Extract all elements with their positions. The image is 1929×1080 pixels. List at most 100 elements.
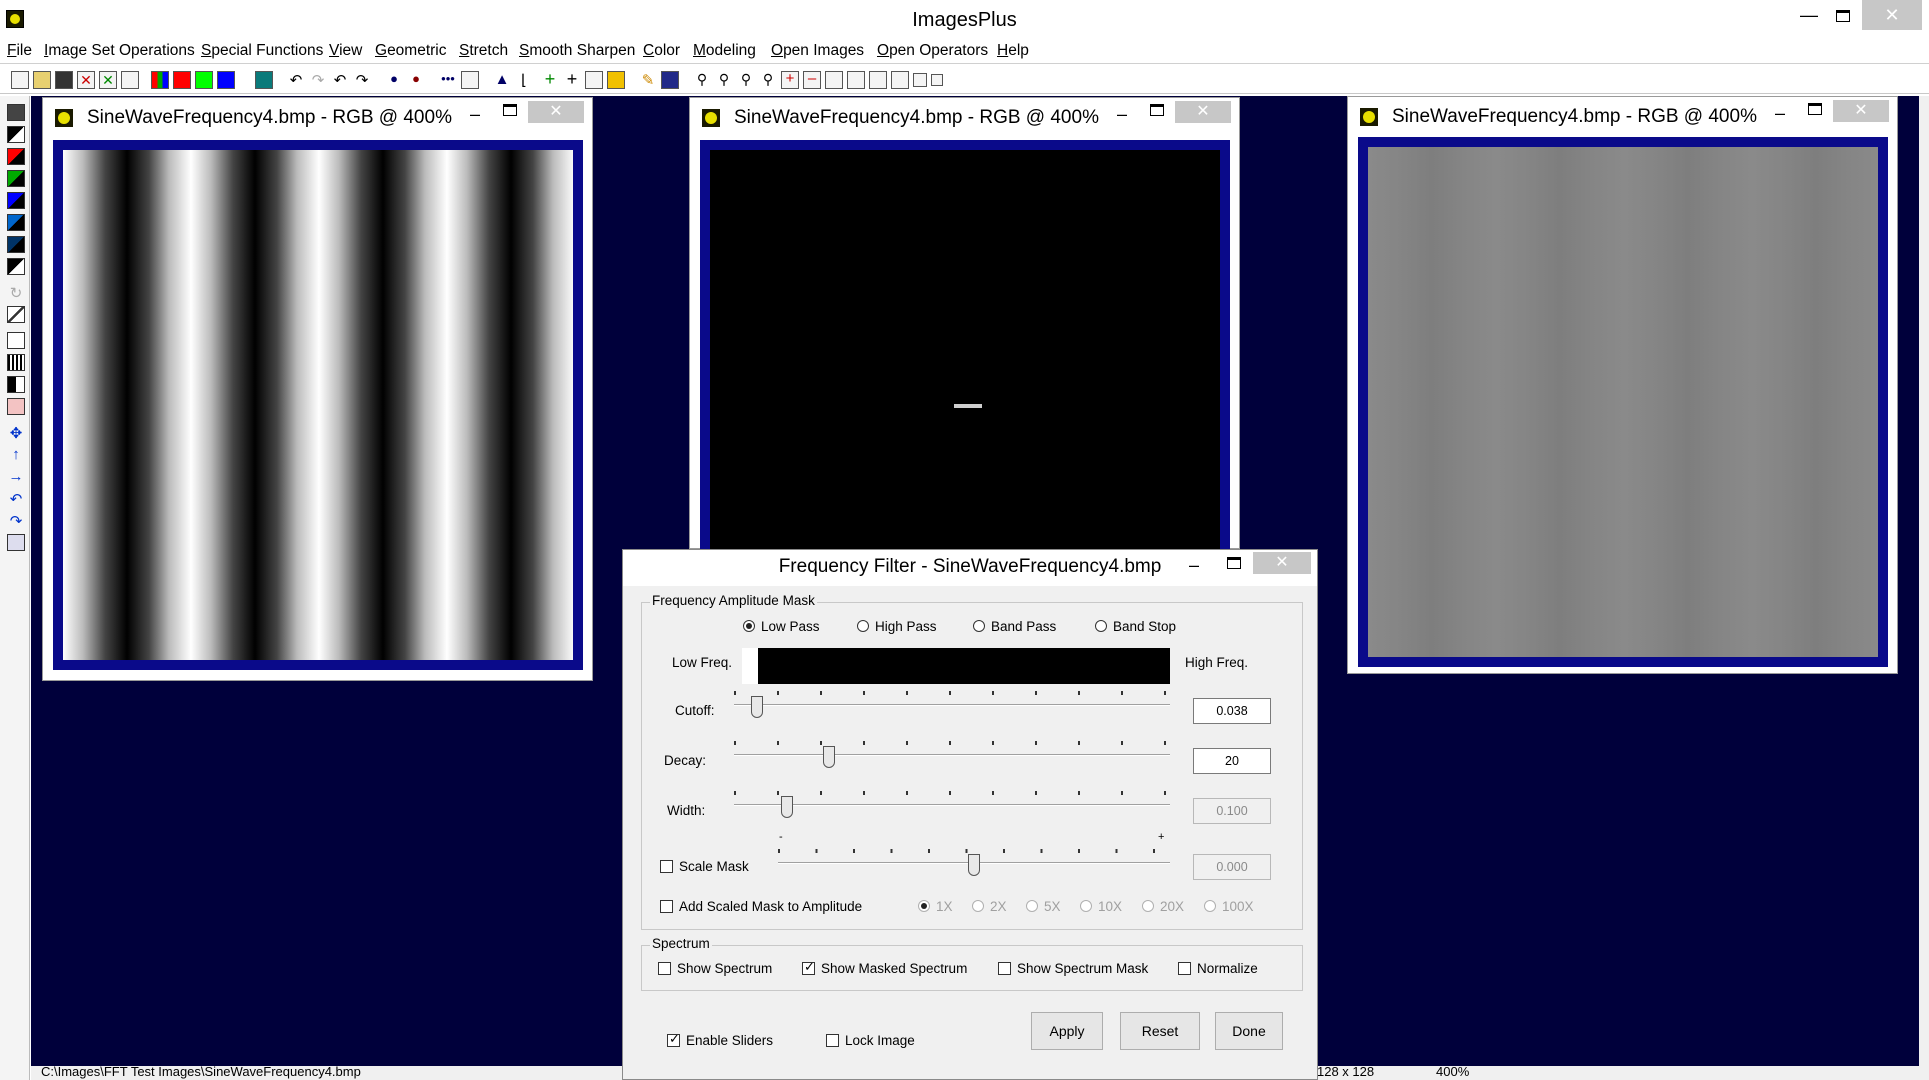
open-folder-icon[interactable] bbox=[33, 71, 51, 89]
reset-button[interactable]: Reset bbox=[1120, 1012, 1200, 1050]
zoom-plus-icon[interactable]: + bbox=[781, 71, 799, 89]
width-thumb[interactable] bbox=[780, 796, 793, 818]
show-spectrum-checkbox[interactable]: Show Spectrum bbox=[658, 961, 772, 976]
plot-icon[interactable] bbox=[461, 71, 479, 89]
done-button[interactable]: Done bbox=[1215, 1012, 1283, 1050]
invert-icon[interactable] bbox=[7, 126, 25, 143]
menu-geometric[interactable]: Geometric bbox=[375, 42, 447, 60]
more-icon[interactable]: ••• bbox=[439, 71, 457, 89]
radio-low-pass[interactable]: Low Pass bbox=[743, 619, 820, 634]
new-file-icon[interactable] bbox=[11, 71, 29, 89]
cutoff-slider[interactable] bbox=[734, 691, 1170, 718]
copy-icon[interactable] bbox=[121, 71, 139, 89]
zoom-12-icon[interactable] bbox=[931, 74, 943, 86]
maximize-icon[interactable] bbox=[1150, 104, 1164, 116]
pencil-icon[interactable]: ✎ bbox=[639, 71, 657, 89]
redo-icon[interactable]: ↷ bbox=[309, 71, 327, 89]
close-icon[interactable]: ✕ bbox=[1175, 101, 1231, 123]
width-slider[interactable] bbox=[734, 791, 1170, 818]
add-crosshair-icon[interactable]: + bbox=[541, 70, 559, 89]
undo-icon[interactable]: ↶ bbox=[287, 71, 305, 89]
menu-smooth-sharpen[interactable]: Smooth Sharpen bbox=[519, 42, 635, 60]
scale-mask-slider[interactable] bbox=[778, 849, 1170, 876]
radio-5x[interactable]: 5X bbox=[1026, 899, 1061, 914]
lock-image-checkbox[interactable]: Lock Image bbox=[826, 1033, 915, 1048]
image-window-caption[interactable]: SineWaveFrequency4.bmp - RGB @ 400% – ✕ bbox=[43, 98, 592, 136]
green-channel-icon[interactable] bbox=[195, 71, 213, 89]
image-window-caption[interactable]: SineWaveFrequency4.bmp - RGB @ 400% – ✕ bbox=[690, 98, 1239, 136]
cutoff-thumb[interactable] bbox=[750, 696, 763, 718]
radio-10x[interactable]: 10X bbox=[1080, 899, 1122, 914]
decay-thumb[interactable] bbox=[823, 746, 836, 768]
menu-file[interactable]: File bbox=[7, 42, 32, 60]
radio-100x[interactable]: 100X bbox=[1204, 899, 1254, 914]
normalize-checkbox[interactable]: Normalize bbox=[1178, 961, 1258, 976]
grayscale-icon[interactable] bbox=[7, 258, 25, 275]
fill-icon[interactable] bbox=[661, 71, 679, 89]
menu-special-functions[interactable]: Special Functions bbox=[201, 42, 323, 60]
maximize-icon[interactable] bbox=[503, 104, 517, 116]
palette-icon[interactable] bbox=[607, 71, 625, 89]
red-channel-icon[interactable] bbox=[173, 71, 191, 89]
menu-open-operators[interactable]: Open Operators bbox=[877, 42, 988, 60]
enable-sliders-checkbox[interactable]: Enable Sliders bbox=[667, 1031, 773, 1048]
close-icon[interactable]: ✕ bbox=[1833, 100, 1889, 122]
navy-swap-icon[interactable] bbox=[7, 236, 25, 253]
image-window-result[interactable]: SineWaveFrequency4.bmp - RGB @ 400% – ✕ bbox=[1347, 96, 1898, 674]
blue-channel-icon[interactable] bbox=[217, 71, 235, 89]
record-icon[interactable]: ● bbox=[385, 71, 403, 89]
rotate-icon[interactable]: ↻ bbox=[7, 284, 25, 302]
menu-stretch[interactable]: Stretch bbox=[459, 42, 508, 60]
menu-help[interactable]: Help bbox=[997, 42, 1029, 60]
scale-mask-checkbox[interactable]: Scale Mask bbox=[660, 859, 749, 874]
minimize-icon[interactable]: – bbox=[1112, 104, 1132, 125]
split-icon[interactable] bbox=[7, 376, 25, 393]
minimize-icon[interactable]: – bbox=[1189, 555, 1199, 576]
select-region-icon[interactable] bbox=[7, 398, 25, 415]
maximize-icon[interactable] bbox=[1227, 557, 1241, 569]
close-icon[interactable]: ✕ bbox=[1862, 0, 1922, 30]
image-window-spectrum[interactable]: SineWaveFrequency4.bmp - RGB @ 400% – ✕ bbox=[689, 97, 1240, 550]
zoom-out-icon[interactable]: ⚲ bbox=[715, 71, 733, 89]
layers-icon[interactable] bbox=[7, 534, 25, 551]
curve-icon[interactable]: ⌊ bbox=[515, 71, 533, 89]
radio-1x[interactable]: 1X bbox=[918, 899, 953, 914]
zoom-in-icon[interactable]: ⚲ bbox=[693, 71, 711, 89]
menu-color[interactable]: Color bbox=[643, 42, 680, 60]
show-spectrum-mask-checkbox[interactable]: Show Spectrum Mask bbox=[998, 961, 1148, 976]
close-icon[interactable]: ✕ bbox=[528, 101, 584, 123]
redo-all-icon[interactable]: ↷ bbox=[353, 71, 371, 89]
zoom-minus-icon[interactable]: – bbox=[803, 71, 821, 89]
histogram-icon[interactable]: ▲ bbox=[493, 71, 511, 89]
save-stack-icon[interactable] bbox=[7, 104, 25, 121]
blue-swap-icon[interactable] bbox=[7, 192, 25, 209]
move-icon[interactable]: ✥ bbox=[7, 424, 25, 442]
menu-open-images[interactable]: Open Images bbox=[771, 42, 864, 60]
cyan-swap-icon[interactable] bbox=[7, 214, 25, 231]
menu-modeling[interactable]: Modeling bbox=[693, 42, 756, 60]
sine-wave-image[interactable] bbox=[63, 150, 573, 660]
bars-icon[interactable] bbox=[7, 354, 25, 371]
close-all-icon[interactable]: ✕ bbox=[99, 71, 117, 89]
radio-high-pass[interactable]: High Pass bbox=[857, 619, 937, 634]
minimize-icon[interactable]: – bbox=[1770, 103, 1790, 124]
maximize-icon[interactable] bbox=[1808, 103, 1822, 115]
menu-image-set-operations[interactable]: Image Set Operations bbox=[44, 42, 195, 60]
zoom-actual-icon[interactable]: ⚲ bbox=[759, 71, 777, 89]
zoom-400-icon[interactable] bbox=[825, 71, 843, 89]
arrow-up-icon[interactable]: ↑ bbox=[7, 446, 25, 463]
zoom-fit-icon[interactable]: ⚲ bbox=[737, 71, 755, 89]
menu-view[interactable]: View bbox=[329, 42, 362, 60]
frame-icon[interactable] bbox=[7, 332, 25, 349]
add-scaled-mask-checkbox[interactable]: Add Scaled Mask to Amplitude bbox=[660, 899, 862, 914]
scale-mask-thumb[interactable] bbox=[968, 854, 980, 876]
frequency-filter-dialog[interactable]: Frequency Filter - SineWaveFrequency4.bm… bbox=[622, 549, 1318, 1080]
cutoff-value[interactable]: 0.038 bbox=[1193, 698, 1271, 724]
filtered-result-image[interactable] bbox=[1368, 147, 1878, 657]
crosshair-icon[interactable]: + bbox=[563, 70, 581, 89]
zoom-50-icon[interactable] bbox=[891, 71, 909, 89]
radio-band-pass[interactable]: Band Pass bbox=[973, 619, 1056, 634]
zoom-200-icon[interactable] bbox=[847, 71, 865, 89]
maximize-icon[interactable] bbox=[1820, 0, 1866, 30]
rgb-channels-icon[interactable] bbox=[151, 71, 169, 89]
